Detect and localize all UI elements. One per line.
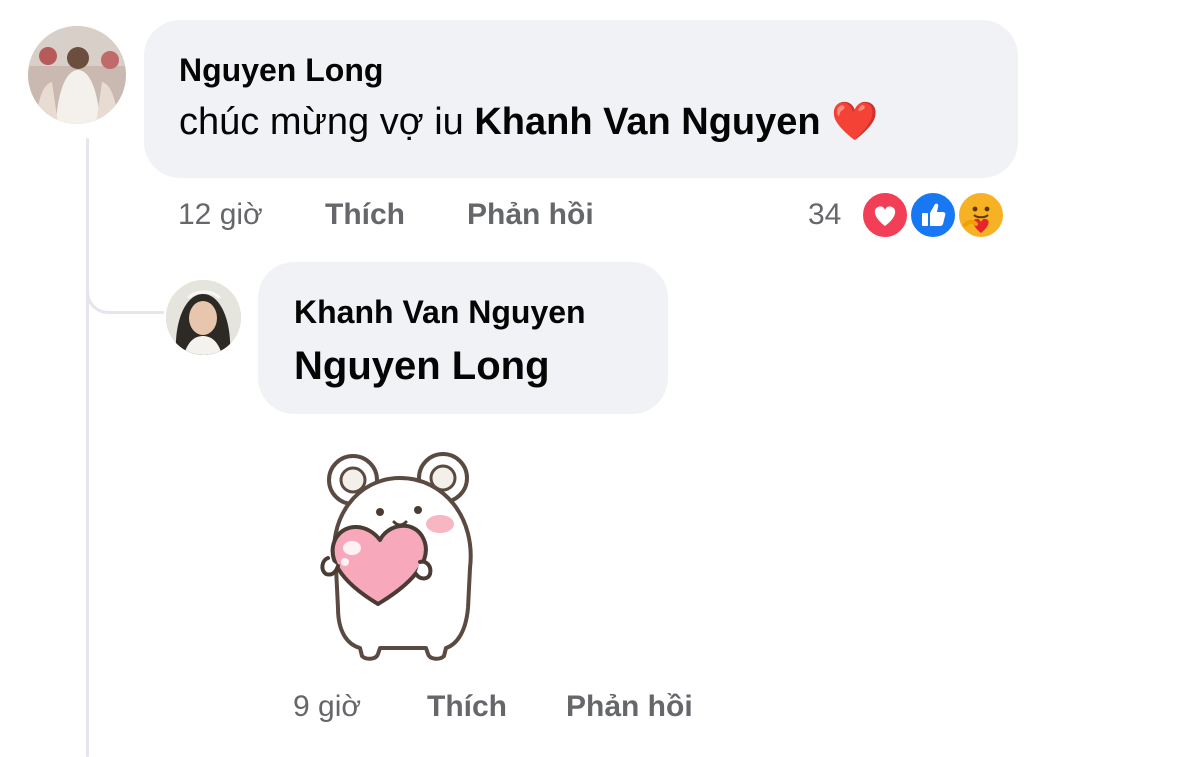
- reply-avatar[interactable]: [166, 280, 241, 355]
- reply-timestamp[interactable]: 9 giờ: [293, 690, 361, 724]
- comment-text: chúc mừng vợ iu Khanh Van Nguyen ❤️: [179, 100, 879, 144]
- reply-bubble: Khanh Van Nguyen Nguyen Long: [258, 262, 668, 414]
- reply-reply-button[interactable]: Phản hồi: [566, 690, 693, 724]
- thread-line: [86, 138, 89, 757]
- sticker[interactable]: [318, 448, 488, 663]
- comment-timestamp[interactable]: 12 giờ: [178, 198, 263, 232]
- mention-link[interactable]: Nguyen Long: [294, 344, 550, 389]
- reaction-count[interactable]: 34: [808, 198, 841, 232]
- comment-text-prefix: chúc mừng vợ iu: [179, 101, 464, 143]
- comment-author[interactable]: Nguyen Long: [179, 52, 383, 89]
- love-reaction-icon[interactable]: [860, 190, 910, 240]
- like-reaction-icon[interactable]: [908, 190, 958, 240]
- thread-connector: [86, 262, 164, 314]
- heart-emoji-icon: ❤️: [831, 101, 879, 143]
- care-reaction-icon[interactable]: [956, 190, 1006, 240]
- reply-like-button[interactable]: Thích: [427, 690, 507, 724]
- avatar[interactable]: [28, 26, 126, 124]
- like-button[interactable]: Thích: [325, 198, 405, 232]
- reply-author[interactable]: Khanh Van Nguyen: [294, 294, 586, 331]
- comment-bubble: Nguyen Long chúc mừng vợ iu Khanh Van Ng…: [144, 20, 1018, 178]
- reply-button[interactable]: Phản hồi: [467, 198, 594, 232]
- mention-link[interactable]: Khanh Van Nguyen: [474, 101, 820, 143]
